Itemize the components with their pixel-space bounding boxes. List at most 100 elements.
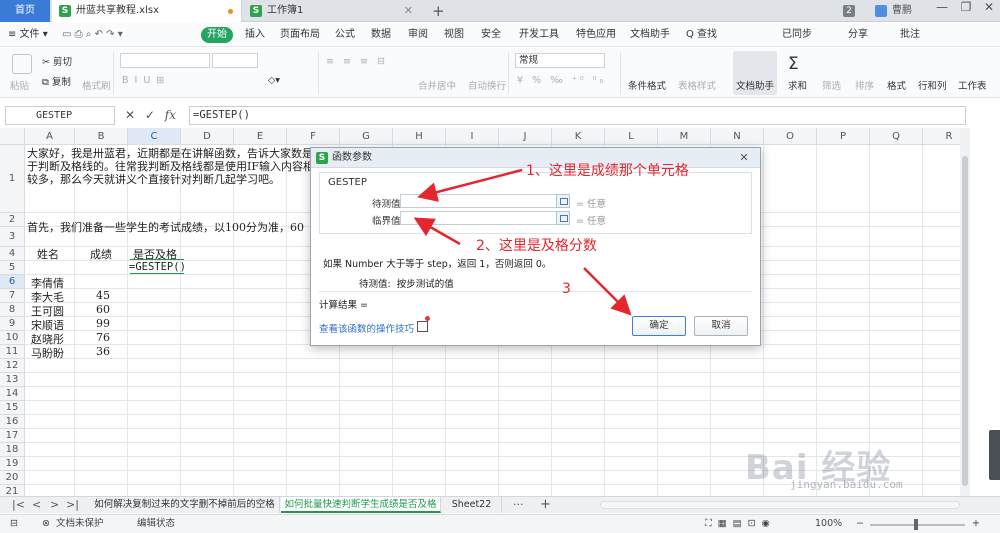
header-score[interactable]: 成绩 [90, 246, 112, 262]
menu-special[interactable]: 特色应用 [576, 23, 616, 47]
merge-button[interactable]: 合并居中 [418, 78, 456, 92]
column-header-f[interactable]: F [287, 128, 340, 145]
font-size-select[interactable] [212, 53, 258, 68]
format-button[interactable]: 格式 [887, 78, 906, 92]
side-panel-tab[interactable] [989, 430, 1000, 480]
student-score[interactable]: 76 [96, 331, 110, 344]
row-header-3[interactable]: 3 [0, 227, 25, 247]
row-header-4[interactable]: 4 [0, 247, 25, 261]
select-all-corner[interactable] [0, 128, 25, 145]
menu-file[interactable]: ≡ 文件 ▾ [8, 23, 48, 47]
copy-button[interactable]: ⧉ 复制 [42, 74, 71, 88]
menu-view[interactable]: 视图 [444, 23, 464, 47]
column-header-a[interactable]: A [25, 128, 75, 145]
row-header-19[interactable]: 19 [0, 457, 25, 471]
tab-home[interactable]: 首页 [0, 0, 50, 22]
row-header-6[interactable]: 6 [0, 275, 25, 289]
column-header-j[interactable]: J [499, 128, 552, 145]
column-header-h[interactable]: H [393, 128, 446, 145]
minimize-button[interactable]: — [930, 0, 954, 14]
close-tab-icon[interactable]: ✕ [404, 0, 413, 22]
prev-sheet-icon[interactable]: < [32, 497, 41, 513]
fill-color-icon[interactable]: ◇▾ [268, 75, 280, 86]
fx-icon[interactable]: fx [165, 108, 176, 122]
horizontal-scrollbar[interactable] [600, 501, 960, 509]
sheet-more-icon[interactable]: ··· [513, 497, 524, 513]
column-header-m[interactable]: M [658, 128, 711, 145]
menu-insert[interactable]: 插入 [245, 23, 265, 47]
student-name[interactable]: 马盼盼 [31, 345, 64, 361]
row-header-10[interactable]: 10 [0, 331, 25, 345]
column-header-n[interactable]: N [711, 128, 764, 145]
align-buttons[interactable]: ≡ ≡ ≡ ⊟ [326, 56, 388, 67]
menu-security[interactable]: 安全 [481, 23, 501, 47]
search-menu[interactable]: Q 查找 [686, 23, 717, 47]
conditional-format-button[interactable]: 条件格式 [628, 78, 666, 92]
row-header-20[interactable]: 20 [0, 471, 25, 485]
dialog-close-icon[interactable]: ✕ [735, 151, 753, 165]
column-header-r[interactable]: R [923, 128, 960, 145]
number-format-select[interactable]: 常规 [515, 53, 605, 68]
view-mode-icons[interactable]: ⛶▦▤⊡◉ [705, 515, 776, 533]
tab-file[interactable]: S 卅蓝共享教程.xlsx [52, 0, 242, 22]
row-header-11[interactable]: 11 [0, 345, 25, 359]
arg1-collapse-icon[interactable] [556, 194, 570, 208]
row-header-13[interactable]: 13 [0, 373, 25, 387]
column-header-p[interactable]: P [817, 128, 870, 145]
student-score[interactable]: 36 [96, 345, 110, 358]
menu-doc-helper[interactable]: 文档助手 [630, 23, 670, 47]
menu-review[interactable]: 审阅 [408, 23, 428, 47]
zoom-level[interactable]: 100% [815, 515, 842, 533]
active-cell-formula[interactable]: =GESTEP() [129, 261, 186, 273]
name-box[interactable]: GESTEP [5, 106, 115, 125]
sum-icon[interactable]: Σ [788, 54, 799, 74]
column-header-o[interactable]: O [764, 128, 817, 145]
arg2-collapse-icon[interactable] [556, 211, 570, 225]
zoom-out-button[interactable]: − [856, 515, 864, 533]
row-header-5[interactable]: 5 [0, 261, 25, 275]
worksheet-button[interactable]: 工作表 [958, 78, 987, 92]
next-sheet-icon[interactable]: > [50, 497, 59, 513]
new-tab-button[interactable]: + [432, 0, 445, 22]
column-header-b[interactable]: B [75, 128, 128, 145]
paste-icon[interactable] [12, 54, 32, 74]
wrap-button[interactable]: 自动换行 [468, 78, 506, 92]
protect-status[interactable]: 文档未保护 [56, 515, 104, 533]
status-layout-icon[interactable]: ⊟ [10, 515, 18, 533]
user-avatar-icon[interactable] [875, 5, 887, 17]
intro-text[interactable]: 大家好，我是卅蓝君，近期都是在讲解函数，告诉大家数是关于判断及格线的。往常我判断… [27, 147, 327, 213]
sheet-tab[interactable]: 如何解决复制过来的文字删不掉前后的空格 [90, 497, 280, 513]
confirm-icon[interactable]: ✓ [145, 108, 155, 122]
column-header-l[interactable]: L [605, 128, 658, 145]
column-header-i[interactable]: I [446, 128, 499, 145]
menu-start[interactable]: 开始 [201, 27, 233, 43]
sheet-tab-active[interactable]: 如何批量快速判断学生成绩是否及格 [281, 497, 441, 513]
close-window-button[interactable]: ✕ [977, 0, 1000, 14]
row-header-16[interactable]: 16 [0, 415, 25, 429]
cancel-button[interactable]: 取消 [694, 316, 748, 336]
row-header-1[interactable]: 1 [0, 145, 25, 213]
row3-text[interactable]: 首先，我们准备一些学生的考试成绩，以100分为准，60 [27, 219, 304, 235]
format-painter-button[interactable]: 格式刷 [82, 78, 111, 92]
menu-formula[interactable]: 公式 [335, 23, 355, 47]
video-tip-icon[interactable] [417, 321, 428, 332]
column-header-c[interactable]: C [128, 128, 181, 145]
user-name[interactable]: 曹鹏 [892, 0, 912, 22]
sum-button[interactable]: 求和 [788, 78, 807, 92]
font-style-buttons[interactable]: BIU⊞ [122, 75, 170, 86]
row-header-21[interactable]: 21 [0, 485, 25, 496]
restore-button[interactable]: ❐ [954, 0, 978, 14]
menu-developer[interactable]: 开发工具 [519, 23, 559, 47]
last-sheet-icon[interactable]: >| [66, 497, 79, 513]
header-name[interactable]: 姓名 [37, 246, 59, 262]
comment-button[interactable]: 批注 [900, 23, 920, 47]
sort-button[interactable]: 排序 [855, 78, 874, 92]
zoom-in-button[interactable]: + [972, 515, 980, 533]
row-col-button[interactable]: 行和列 [918, 78, 947, 92]
row-header-18[interactable]: 18 [0, 443, 25, 457]
column-header-d[interactable]: D [181, 128, 234, 145]
sync-status[interactable]: 已同步 [782, 23, 812, 47]
first-sheet-icon[interactable]: |< [12, 497, 25, 513]
doc-helper-button[interactable]: 文档助手 [733, 51, 777, 95]
row-header-2[interactable]: 2 [0, 213, 25, 227]
